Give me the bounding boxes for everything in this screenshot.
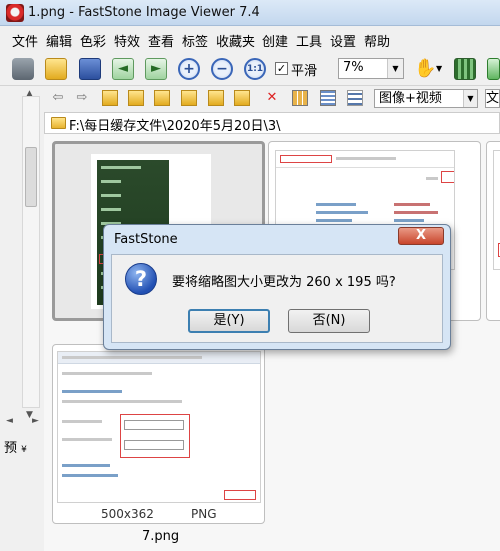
thumbnail-card[interactable]: 500x362 PNG bbox=[52, 344, 265, 524]
menu-favorites[interactable]: 收藏夹 bbox=[216, 31, 255, 50]
parent-folder-icon[interactable] bbox=[102, 90, 118, 106]
sort-select-value: 文 bbox=[486, 91, 500, 106]
favorite-folder-icon[interactable] bbox=[154, 90, 170, 106]
path-bar[interactable]: F:\每日缓存文件\2020年5月20日\3\ bbox=[44, 112, 500, 134]
yes-button[interactable]: 是(Y) bbox=[188, 309, 270, 333]
view-mode-select[interactable]: 图像+视频 ▼ bbox=[374, 89, 478, 108]
menu-help[interactable]: 帮助 bbox=[364, 31, 390, 50]
menu-color[interactable]: 色彩 bbox=[80, 31, 106, 50]
close-icon[interactable]: X bbox=[398, 227, 444, 245]
preview-tab[interactable]: 预 ¥ bbox=[4, 437, 27, 456]
menu-file[interactable]: 文件 bbox=[12, 31, 38, 50]
delete-icon[interactable]: ✕ bbox=[264, 90, 280, 106]
thumbnail-dimensions: 500x362 bbox=[101, 507, 154, 521]
app-icon bbox=[6, 4, 24, 22]
menu-settings[interactable]: 设置 bbox=[330, 31, 356, 50]
back-icon[interactable]: ⇦ bbox=[50, 90, 66, 106]
previous-image-icon[interactable]: ◄ bbox=[112, 58, 134, 80]
menu-tools[interactable]: 工具 bbox=[296, 31, 322, 50]
move-to-icon[interactable] bbox=[234, 90, 250, 106]
thumbnail-filename: 7.png bbox=[142, 529, 180, 544]
folder-tree-scrollbar[interactable] bbox=[22, 96, 40, 408]
dialog-title: FastStone bbox=[114, 232, 178, 247]
hand-tool-icon[interactable]: ✋ bbox=[414, 58, 436, 80]
list-view-icon[interactable] bbox=[320, 90, 336, 106]
thumbnail-image bbox=[57, 351, 261, 503]
thumbnail-card[interactable] bbox=[486, 141, 500, 321]
forward-icon[interactable]: ⇨ bbox=[74, 90, 90, 106]
dialog-body: ? 要将缩略图大小更改为 260 x 195 吗? 是(Y) 否(N) bbox=[111, 254, 443, 343]
menu-tags[interactable]: 标签 bbox=[182, 31, 208, 50]
resize-thumbnails-dialog: FastStone X ? 要将缩略图大小更改为 260 x 195 吗? 是(… bbox=[103, 224, 451, 350]
save-icon[interactable] bbox=[79, 58, 101, 80]
new-folder-icon[interactable] bbox=[181, 90, 197, 106]
menu-create[interactable]: 创建 bbox=[262, 31, 288, 50]
thumbnail-grid-icon[interactable] bbox=[292, 90, 308, 106]
zoom-in-icon[interactable]: + bbox=[178, 58, 200, 80]
slideshow-icon[interactable] bbox=[487, 58, 500, 80]
path-text: F:\每日缓存文件\2020年5月20日\3\ bbox=[69, 119, 281, 134]
title-bar: 1.png - FastStone Image Viewer 7.4 bbox=[0, 0, 500, 26]
scrollbar-thumb[interactable] bbox=[25, 147, 37, 207]
chevron-down-icon[interactable]: ▼ bbox=[387, 59, 403, 78]
zoom-select[interactable]: 7% ▼ bbox=[338, 58, 404, 79]
preview-tab-label: 预 bbox=[4, 441, 18, 456]
open-folder-icon[interactable] bbox=[45, 58, 67, 80]
details-view-icon[interactable] bbox=[347, 90, 363, 106]
camera-icon[interactable] bbox=[12, 58, 34, 80]
view-mode-value: 图像+视频 bbox=[379, 91, 442, 106]
window-title: 1.png - FastStone Image Viewer 7.4 bbox=[28, 5, 260, 20]
filmstrip-icon[interactable] bbox=[454, 58, 476, 80]
thumbnail-format: PNG bbox=[191, 507, 217, 521]
hand-dropdown-icon[interactable]: ▼ bbox=[436, 58, 446, 80]
scroll-right-icon[interactable]: ► bbox=[32, 416, 39, 426]
thumbnail-image bbox=[493, 150, 500, 270]
question-icon: ? bbox=[125, 263, 157, 295]
chevron-down-icon[interactable]: ▼ bbox=[463, 90, 477, 107]
dialog-message: 要将缩略图大小更改为 260 x 195 吗? bbox=[172, 275, 396, 290]
actual-size-icon[interactable]: 1:1 bbox=[244, 58, 266, 80]
zoom-value: 7% bbox=[343, 60, 364, 75]
menu-edit[interactable]: 编辑 bbox=[46, 31, 72, 50]
next-image-icon[interactable]: ► bbox=[145, 58, 167, 80]
sort-select[interactable]: 文 bbox=[485, 89, 500, 108]
scroll-left-icon[interactable]: ◄ bbox=[6, 416, 13, 426]
folder-icon bbox=[51, 117, 66, 129]
menu-view[interactable]: 查看 bbox=[148, 31, 174, 50]
smooth-label: 平滑 bbox=[291, 64, 318, 79]
zoom-out-icon[interactable]: − bbox=[211, 58, 233, 80]
no-button[interactable]: 否(N) bbox=[288, 309, 370, 333]
refresh-folder-icon[interactable] bbox=[128, 90, 144, 106]
smooth-checkbox[interactable]: ✓ bbox=[275, 62, 288, 75]
chevron-down-icon: ¥ bbox=[21, 445, 27, 455]
menu-effects[interactable]: 特效 bbox=[114, 31, 140, 50]
copy-to-icon[interactable] bbox=[208, 90, 224, 106]
main-toolbar: ◄ ► + − 1:1 ✋ ▼ bbox=[0, 52, 500, 86]
menu-bar: 文件 编辑 色彩 特效 查看 标签 收藏夹 创建 工具 设置 帮助 bbox=[0, 27, 500, 51]
